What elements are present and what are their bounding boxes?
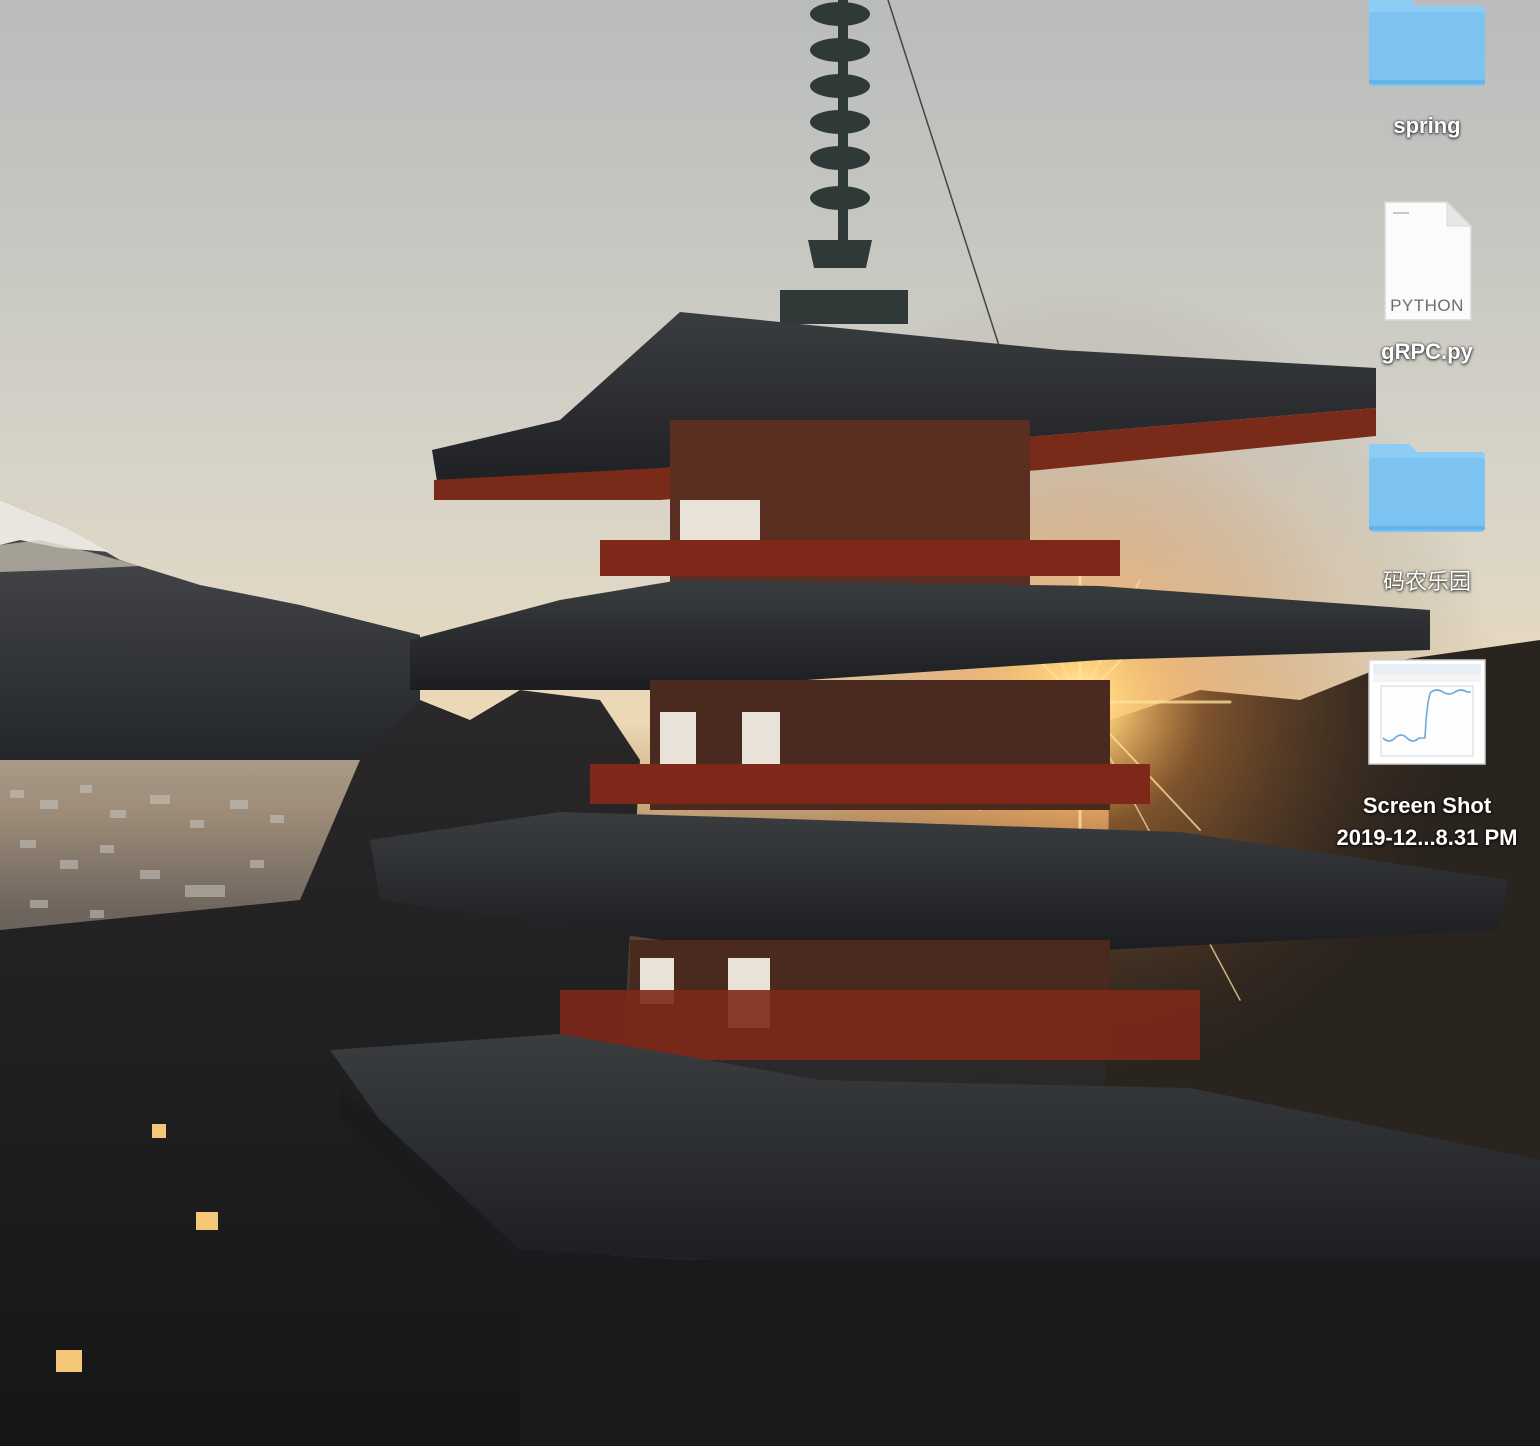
desktop-icon-label: gRPC.py bbox=[1381, 339, 1473, 364]
folder-icon bbox=[1369, 0, 1485, 86]
desktop-icon-manong-leyuan[interactable]: 码农乐园 bbox=[1316, 440, 1538, 598]
file-type-badge: PYTHON bbox=[1390, 296, 1464, 315]
desktop-wallpaper bbox=[0, 0, 1540, 1446]
desktop-icon-label-line2: 2019-12...8.31 PM bbox=[1336, 825, 1518, 850]
desktop-icon-screen-shot[interactable]: Screen Shot 2019-12...8.31 PM bbox=[1316, 658, 1538, 854]
folder-icon bbox=[1369, 444, 1485, 532]
desktop[interactable]: spring PYTHON gRPC.py 码农乐园 Screen Shot 2… bbox=[0, 0, 1540, 1446]
screenshot-thumbnail-icon bbox=[1368, 659, 1486, 765]
python-file-icon: PYTHON bbox=[1379, 200, 1475, 322]
desktop-icon-grpc-py[interactable]: PYTHON gRPC.py bbox=[1316, 200, 1538, 368]
desktop-icon-label: spring bbox=[1393, 113, 1461, 138]
desktop-icon-spring[interactable]: spring bbox=[1316, 0, 1538, 142]
desktop-icon-label-line1: Screen Shot bbox=[1362, 793, 1492, 818]
desktop-icon-label: 码农乐园 bbox=[1382, 569, 1471, 594]
